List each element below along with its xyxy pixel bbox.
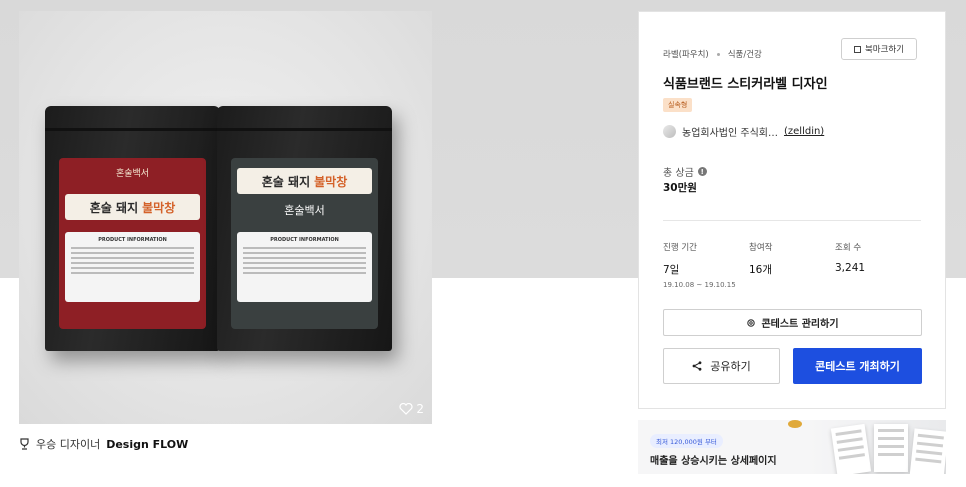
ad-price-pill: 최저 120,000원 부터 (650, 434, 723, 448)
ad-mockup-image (830, 423, 872, 474)
breadcrumb-subcategory[interactable]: 식품/건강 (728, 48, 762, 60)
breadcrumb: 라벨(파우치) 식품/건강 (663, 48, 762, 60)
company-name: 농업회사법인 주식회… (682, 128, 778, 139)
divider (663, 220, 921, 221)
pouch-brand-mark: 혼술백서 (284, 204, 325, 217)
stat-entries: 참여작 16개 (749, 243, 773, 276)
prize-value: 30만원 (663, 182, 697, 194)
prize-label: 총 상금 ! (663, 164, 707, 179)
heart-icon (399, 403, 413, 415)
client-company[interactable]: 농업회사법인 주식회… (zelldin) (663, 124, 824, 139)
stat-views: 조회 수 3,241 (835, 243, 866, 274)
breadcrumb-category[interactable]: 라벨(파우치) (663, 48, 709, 60)
contest-title: 식품브랜드 스티커라벨 디자인 (663, 77, 828, 92)
award-prefix: 우승 디자이너 (36, 438, 101, 451)
winner-designer: 우승 디자이너 Design FLOW (19, 436, 188, 452)
coin-decoration (788, 420, 802, 428)
share-button[interactable]: 공유하기 (663, 348, 780, 384)
ad-banner[interactable]: 최저 120,000원 부터 매출을 상승시키는 상세페이지 (638, 420, 946, 474)
grey-pouch-label: 혼술 돼지 불막창 혼술백서 PRODUCT INFORMATION (231, 158, 378, 329)
designer-name[interactable]: Design FLOW (106, 438, 188, 451)
contest-tier-badge: 실속형 (663, 98, 693, 112)
pouch-info-box: PRODUCT INFORMATION (237, 232, 372, 302)
like-count: 2 (416, 402, 424, 416)
product-image[interactable]: 혼술백서 혼술 돼지 불막창 PRODUCT INFORMATION 혼술 돼지… (19, 11, 432, 424)
red-pouch-label: 혼술백서 혼술 돼지 불막창 PRODUCT INFORMATION (59, 158, 206, 329)
pouch-banner: 혼술 돼지 불막창 (65, 194, 200, 220)
share-icon (692, 361, 702, 371)
contest-info-card: 라벨(파우치) 식품/건강 북마크하기 식품브랜드 스티커라벨 디자인 실속형 … (638, 11, 946, 409)
company-id-link[interactable]: (zelldin) (784, 126, 824, 137)
ad-mockup-image (874, 424, 908, 472)
info-icon[interactable]: ! (697, 167, 707, 176)
pouch-banner: 혼술 돼지 불막창 (237, 168, 372, 194)
bookmark-button[interactable]: 북마크하기 (841, 38, 917, 60)
pouch-brand-mark: 혼술백서 (115, 169, 150, 179)
ad-mockup-image (909, 428, 946, 474)
trophy-icon (20, 438, 29, 450)
company-logo-icon (663, 125, 676, 138)
open-contest-button[interactable]: 콘테스트 개최하기 (793, 348, 922, 384)
red-pouch: 혼술백서 혼술 돼지 불막창 PRODUCT INFORMATION (45, 106, 220, 351)
ad-headline: 매출을 상승시키는 상세페이지 (650, 456, 777, 467)
manage-contest-button[interactable]: 콘테스트 관리하기 (663, 309, 922, 336)
grey-pouch: 혼술 돼지 불막창 혼술백서 PRODUCT INFORMATION (217, 106, 392, 351)
bookmark-icon (853, 45, 861, 53)
gear-icon (747, 318, 756, 327)
pouch-info-box: PRODUCT INFORMATION (65, 232, 200, 302)
stat-period: 진행 기간 7일 19.10.08 ~ 19.10.15 (663, 243, 736, 289)
like-button[interactable]: 2 (399, 402, 424, 416)
